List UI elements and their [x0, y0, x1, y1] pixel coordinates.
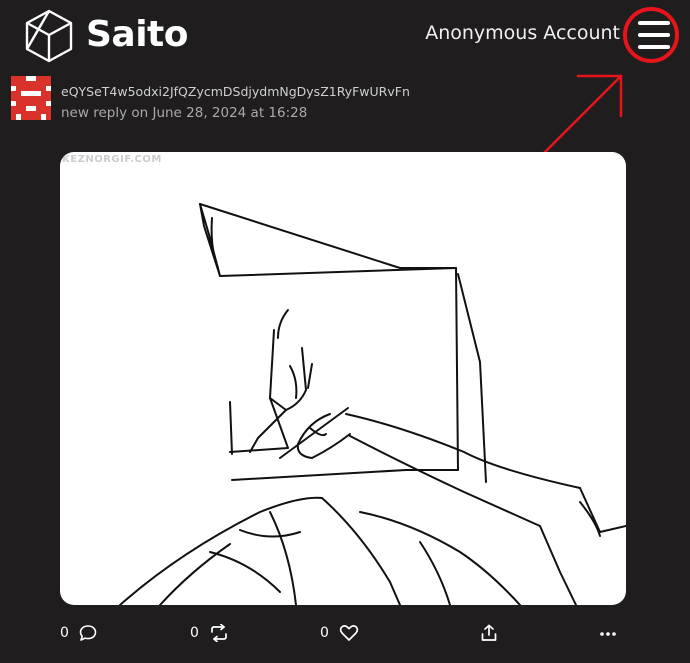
menu-bar	[638, 33, 670, 37]
menu-bar	[638, 45, 670, 49]
menu-bar	[638, 21, 670, 25]
brand-name[interactable]: Saito	[86, 14, 189, 55]
post-image[interactable]: KEZNORGIF.COM	[60, 152, 626, 605]
likes-count: 0	[320, 625, 329, 641]
post-author[interactable]: eQYSeT4w5odxi2JfQZycmDSdjydmNgDysZ1RyFwU…	[61, 84, 410, 99]
post-meta: new reply on June 28, 2024 at 16:28	[61, 105, 308, 121]
retweets-count: 0	[190, 625, 199, 641]
share-action[interactable]	[480, 624, 498, 642]
hamburger-menu-icon[interactable]	[634, 15, 674, 55]
like-action[interactable]: 0	[320, 624, 359, 642]
account-label[interactable]: Anonymous Account	[425, 22, 620, 44]
heart-icon	[339, 625, 359, 641]
share-icon	[481, 624, 497, 641]
comment-action[interactable]: 0	[60, 624, 97, 642]
avatar[interactable]	[11, 76, 51, 120]
comment-icon	[79, 625, 97, 641]
more-action[interactable]	[600, 624, 616, 642]
more-icon	[600, 632, 616, 636]
comments-count: 0	[60, 625, 69, 641]
app-header: Saito Anonymous Account	[0, 0, 690, 176]
image-watermark: KEZNORGIF.COM	[62, 154, 162, 165]
retweet-icon	[211, 624, 227, 642]
sketch-drawing	[119, 203, 626, 605]
post-actions: 0 0 0	[0, 620, 690, 650]
saito-cube-logo-icon[interactable]	[24, 8, 74, 64]
retweet-action[interactable]: 0	[190, 624, 229, 642]
